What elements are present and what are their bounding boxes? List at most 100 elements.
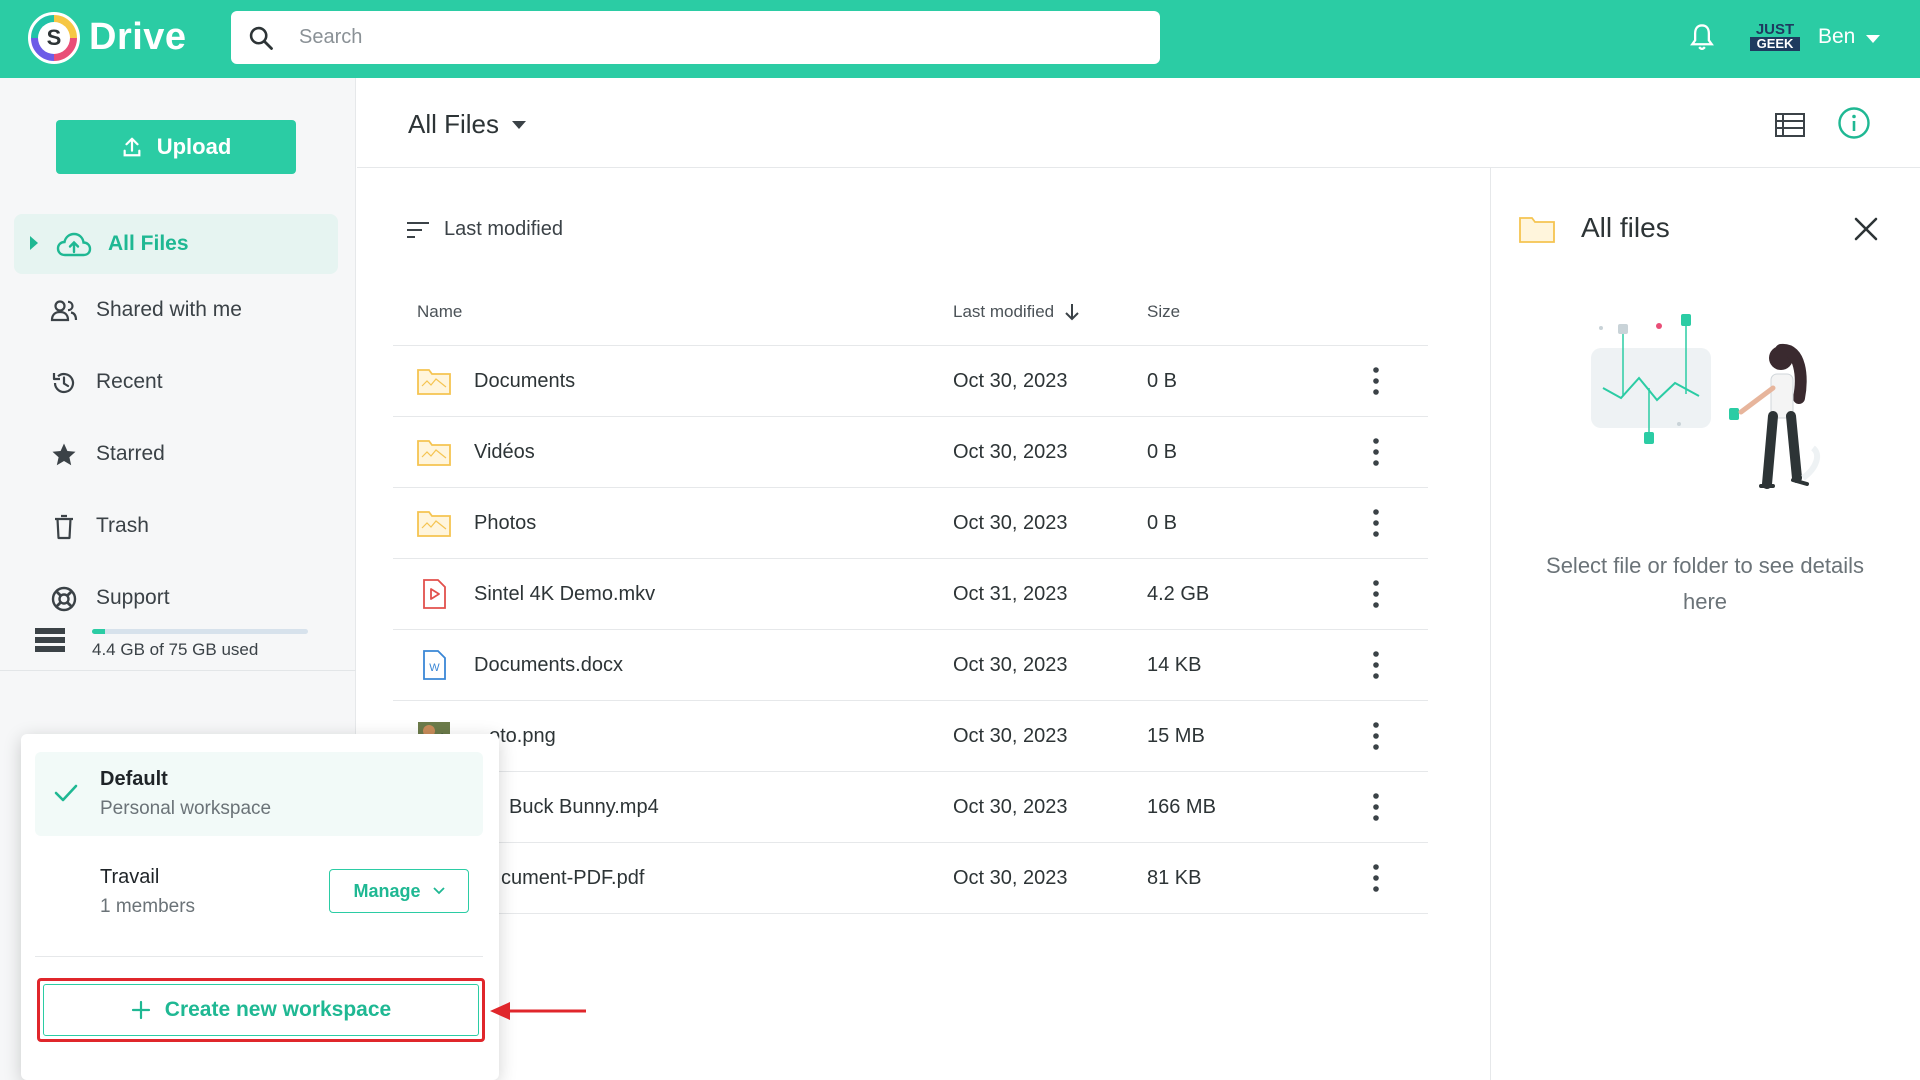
chevron-down-icon[interactable]	[1866, 35, 1880, 43]
file-modified: Oct 30, 2023	[953, 725, 1068, 747]
top-bar: S Drive JUST GEEK Ben	[0, 0, 1920, 78]
workspace-popover: Default Personal workspace Travail 1 mem…	[21, 734, 499, 1080]
sidebar-item-trash[interactable]: Trash	[14, 496, 338, 556]
folder-icon	[417, 440, 451, 466]
sort-label: Last modified	[444, 218, 563, 240]
more-vert-icon[interactable]	[1370, 792, 1382, 822]
table-row[interactable]: oto.png Oct 30, 2023 15 MB	[393, 701, 1428, 772]
table-row[interactable]: Photos Oct 30, 2023 0 B	[393, 488, 1428, 559]
table-row[interactable]: Documents Oct 30, 2023 0 B	[393, 346, 1428, 417]
file-name: Sintel 4K Demo.mkv	[474, 583, 656, 605]
star-icon	[52, 443, 76, 466]
table-row[interactable]: cument-PDF.pdf Oct 30, 2023 81 KB	[393, 843, 1428, 914]
file-modified: Oct 30, 2023	[953, 867, 1068, 889]
file-name: Documents	[474, 370, 576, 392]
workspace-subtitle: Personal workspace	[100, 798, 272, 819]
history-icon	[52, 372, 75, 394]
close-icon[interactable]	[1853, 216, 1879, 242]
workspace-subtitle: 1 members	[100, 896, 196, 917]
sidebar-item-label: Trash	[96, 514, 149, 537]
bell-icon[interactable]	[1688, 22, 1716, 54]
sidebar-item-recent[interactable]: Recent	[14, 352, 338, 412]
storage-text: 4.4 GB of 75 GB used	[92, 640, 259, 659]
table-row[interactable]: W Documents.docx Oct 30, 2023 14 KB	[393, 630, 1428, 701]
file-name: Vidéos	[474, 441, 535, 463]
sidebar-item-support[interactable]: Support	[14, 568, 338, 628]
popover-divider	[35, 956, 483, 957]
video-file-icon	[423, 579, 446, 609]
file-size: 166 MB	[1147, 796, 1216, 818]
details-empty-message: Select file or folder to see details her…	[1546, 553, 1864, 614]
more-vert-icon[interactable]	[1370, 366, 1382, 396]
brand-top: JUST	[1755, 21, 1795, 38]
file-size: 81 KB	[1147, 867, 1202, 889]
more-vert-icon[interactable]	[1370, 721, 1382, 751]
file-modified: Oct 30, 2023	[953, 796, 1068, 818]
file-modified: Oct 31, 2023	[953, 583, 1068, 605]
breadcrumb[interactable]: All Files	[408, 109, 499, 140]
plus-icon	[131, 1000, 150, 1020]
file-size: 14 KB	[1147, 654, 1202, 676]
sidebar-item-label: Starred	[96, 442, 165, 465]
workspace-item-default[interactable]: Default Personal workspace	[35, 752, 483, 836]
manage-label: Manage	[353, 880, 421, 901]
drive-logo[interactable]: S	[28, 12, 80, 64]
lifebuoy-icon	[51, 586, 77, 612]
manage-button[interactable]: Manage	[329, 869, 469, 913]
file-size: 0 B	[1147, 370, 1178, 392]
check-icon	[54, 784, 78, 802]
more-vert-icon[interactable]	[1370, 508, 1382, 538]
table-row[interactable]: Buck Bunny.mp4 Oct 30, 2023 166 MB	[393, 772, 1428, 843]
list-view-icon[interactable]	[1775, 113, 1805, 137]
storage-icon	[35, 628, 65, 652]
chevron-down-icon[interactable]	[512, 121, 526, 129]
column-header-name[interactable]: Name	[417, 302, 462, 322]
info-icon[interactable]	[1837, 106, 1871, 140]
user-menu[interactable]: Ben	[1818, 25, 1855, 49]
file-name: Buck Bunny.mp4	[509, 796, 659, 818]
search-bar[interactable]	[231, 11, 1160, 64]
sidebar-item-label: Shared with me	[96, 298, 242, 321]
brand-bottom: GEEK	[1750, 37, 1800, 51]
upload-icon	[123, 137, 141, 157]
file-name: cument-PDF.pdf	[501, 867, 645, 889]
column-header-modified[interactable]: Last modified	[953, 302, 1080, 322]
details-title: All files	[1581, 212, 1670, 243]
sidebar-item-shared[interactable]: Shared with me	[14, 280, 338, 340]
app-title[interactable]: Drive	[89, 16, 187, 59]
arrow-down-icon	[1065, 304, 1079, 321]
svg-text:W: W	[429, 662, 440, 674]
file-modified: Oct 30, 2023	[953, 370, 1068, 392]
search-icon	[249, 26, 273, 50]
trash-icon	[55, 514, 73, 540]
more-vert-icon[interactable]	[1370, 437, 1382, 467]
main-header: All Files	[357, 78, 1920, 168]
sidebar-item-all-files[interactable]: All Files	[14, 214, 338, 274]
storage-progress-bar	[92, 629, 308, 634]
file-name: Photos	[474, 512, 537, 534]
file-modified: Oct 30, 2023	[953, 512, 1068, 534]
upload-button[interactable]: Upload	[56, 120, 296, 174]
file-size: 0 B	[1147, 441, 1178, 463]
caret-right-icon	[30, 236, 38, 250]
search-input[interactable]	[299, 11, 1139, 64]
create-workspace-button[interactable]: Create new workspace	[43, 984, 479, 1036]
empty-state-illustration	[1591, 314, 1821, 489]
file-name: Documents.docx	[474, 654, 623, 676]
more-vert-icon[interactable]	[1370, 650, 1382, 680]
column-header-size[interactable]: Size	[1147, 302, 1180, 322]
more-vert-icon[interactable]	[1370, 863, 1382, 893]
more-vert-icon[interactable]	[1370, 579, 1382, 609]
sidebar-item-label: All Files	[108, 232, 189, 255]
workspace-name: Default	[100, 768, 168, 790]
chevron-down-icon	[432, 887, 445, 895]
table-row[interactable]: Sintel 4K Demo.mkv Oct 31, 2023 4.2 GB	[393, 559, 1428, 630]
sort-control[interactable]: Last modified	[406, 218, 563, 241]
column-header-modified-label: Last modified	[953, 302, 1055, 321]
table-row[interactable]: Vidéos Oct 30, 2023 0 B	[393, 417, 1428, 488]
sort-icon	[407, 221, 429, 238]
file-modified: Oct 30, 2023	[953, 654, 1068, 676]
file-modified: Oct 30, 2023	[953, 441, 1068, 463]
sidebar-divider	[0, 670, 356, 671]
sidebar-item-starred[interactable]: Starred	[14, 424, 338, 484]
